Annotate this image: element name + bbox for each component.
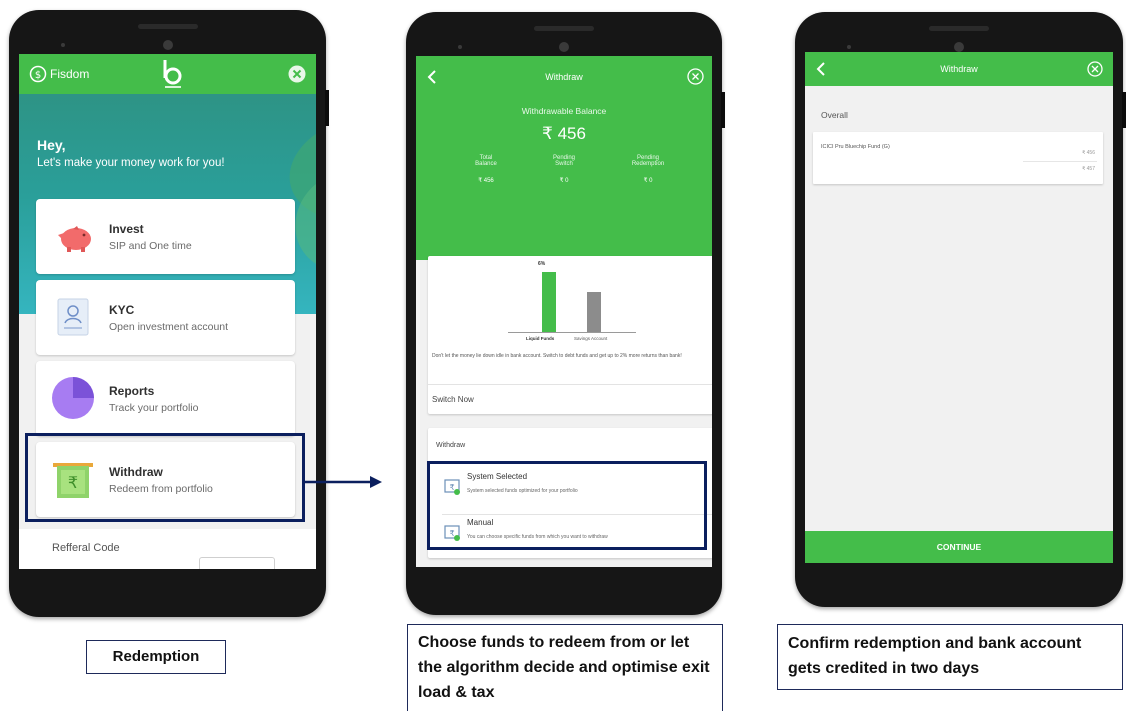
continue-button[interactable]: CONTINUE xyxy=(805,531,1113,563)
phone-side-button xyxy=(1122,92,1126,128)
phone-camera xyxy=(559,42,569,52)
screen-title: Withdraw xyxy=(940,64,978,74)
menu-title-kyc: KYC xyxy=(109,303,135,317)
close-icon[interactable] xyxy=(288,65,306,83)
menu-subtitle-kyc: Open investment account xyxy=(109,321,229,333)
brand-name: Fisdom xyxy=(50,67,90,81)
phone-frame-confirm: Withdraw Overall ICICI Pru Bluechip Fund… xyxy=(795,12,1126,607)
fisdom-logo-icon: $ xyxy=(29,65,47,83)
bar-savings-account xyxy=(587,292,601,332)
caption-text: Choose funds to redeem from or let the a… xyxy=(418,634,710,701)
fund-value-primary: ₹ 456 xyxy=(1082,150,1095,156)
fund-row[interactable]: ICICI Pru Bluechip Fund (G) ₹ 456 ₹ 457 xyxy=(813,132,1103,184)
menu-card-reports[interactable]: Reports Track your portfolio xyxy=(36,361,295,436)
fund-name: ICICI Pru Bluechip Fund (G) xyxy=(821,144,890,150)
referral-section: Refferal Code xyxy=(19,529,316,569)
continue-label: CONTINUE xyxy=(936,542,982,552)
phone-speaker xyxy=(137,24,198,29)
bar-label-savings-account: Savings Account xyxy=(574,336,608,341)
caption-redemption: Redemption xyxy=(86,640,226,674)
stat-total-balance: Total Balance ₹ 456 xyxy=(456,155,516,184)
id-card-icon xyxy=(57,298,89,336)
referral-input[interactable] xyxy=(199,557,275,569)
svg-text:$: $ xyxy=(35,70,41,81)
close-icon[interactable] xyxy=(687,68,704,85)
stat-pending-switch: Pending Switch ₹ 0 xyxy=(534,155,594,184)
tagline-text: Let's make your money work for you! xyxy=(37,157,225,169)
phone-speaker xyxy=(534,26,594,31)
returns-comparison-card: 6% 4% Liquid Funds Savings Account Don't… xyxy=(428,256,712,414)
phone-camera xyxy=(954,42,964,52)
chart-baseline xyxy=(508,332,636,333)
divider xyxy=(428,384,712,385)
flow-arrow-icon xyxy=(302,476,382,488)
menu-card-invest[interactable]: Invest SIP and One time xyxy=(36,199,295,274)
piggy-bank-icon xyxy=(58,226,91,252)
menu-card-kyc[interactable]: KYC Open investment account xyxy=(36,280,295,355)
phone-sensor xyxy=(61,43,65,47)
bar-value-liquid-funds: 6% xyxy=(538,261,546,267)
stat-pending-redemption: Pending Redemption ₹ 0 xyxy=(616,155,680,184)
phone-side-button xyxy=(721,92,725,128)
phone-camera xyxy=(162,40,173,50)
caption-confirm-redemption: Confirm redemption and bank account gets… xyxy=(777,624,1123,690)
withdrawable-balance-value: ₹ 456 xyxy=(542,124,586,143)
phone-sensor xyxy=(847,45,851,49)
screen-confirm: Withdraw Overall ICICI Pru Bluechip Fund… xyxy=(805,52,1113,563)
caption-text: Redemption xyxy=(112,648,200,665)
menu-subtitle-reports: Track your portfolio xyxy=(109,402,199,414)
phone-speaker xyxy=(929,26,989,31)
bar-liquid-funds xyxy=(542,272,556,332)
caption-text: Confirm redemption and bank account gets… xyxy=(788,635,1082,677)
bar-label-liquid-funds: Liquid Funds xyxy=(526,336,555,341)
balance-panel: Withdraw Withdrawable Balance ₹ 456 Tota… xyxy=(416,56,712,260)
pie-chart-icon xyxy=(52,377,94,419)
greeting-heading: Hey, xyxy=(37,137,66,153)
stat-value: ₹ 456 xyxy=(478,178,494,184)
fund-value-secondary: ₹ 457 xyxy=(1082,166,1095,172)
withdrawable-balance-label: Withdrawable Balance xyxy=(521,106,607,116)
fund-divider xyxy=(1023,161,1097,162)
screen-title: Withdraw xyxy=(545,72,583,82)
highlight-withdraw-options xyxy=(427,461,707,550)
stat-value: ₹ 0 xyxy=(559,178,569,184)
phone-side-button xyxy=(325,90,329,126)
caption-choose-funds: Choose funds to redeem from or let the a… xyxy=(407,624,723,711)
confirm-header: Withdraw xyxy=(805,52,1113,86)
phone-sensor xyxy=(458,45,462,49)
chart-note: Don't let the money lie down idle in ban… xyxy=(432,353,682,359)
app-logo-icon xyxy=(163,60,182,88)
switch-now-link[interactable]: Switch Now xyxy=(432,395,474,404)
menu-title-reports: Reports xyxy=(109,384,155,398)
menu-title-invest: Invest xyxy=(109,222,144,236)
close-icon[interactable] xyxy=(1087,61,1103,77)
stat-label-line2: Redemption xyxy=(631,161,665,167)
menu-subtitle-invest: SIP and One time xyxy=(109,240,192,252)
highlight-withdraw-card xyxy=(25,433,305,522)
phone-frame-redemption: $ Fisdom Hey, Let's make your money work… xyxy=(9,10,329,617)
stat-label-line2: Switch xyxy=(555,161,573,167)
stat-value: ₹ 0 xyxy=(643,178,653,184)
home-header: $ Fisdom xyxy=(19,54,316,94)
overall-section-label: Overall xyxy=(821,110,848,120)
referral-label: Refferal Code xyxy=(52,542,120,554)
withdraw-section-title: Withdraw xyxy=(436,442,466,449)
stat-label-line2: Balance xyxy=(475,161,497,167)
